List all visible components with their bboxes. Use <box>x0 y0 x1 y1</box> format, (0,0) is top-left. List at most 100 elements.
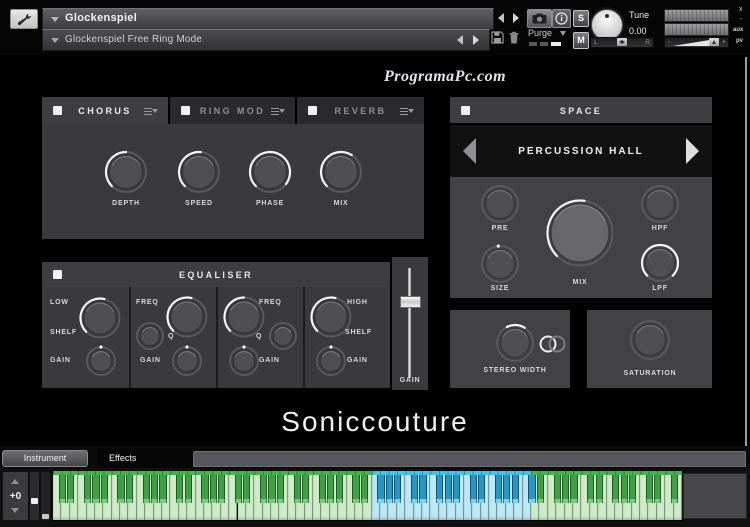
black-key[interactable] <box>176 475 183 503</box>
black-key[interactable] <box>151 475 158 503</box>
keyboard-keys[interactable] <box>53 471 682 521</box>
rack-scrollbar[interactable] <box>745 57 747 462</box>
space-hpf-knob[interactable] <box>639 183 682 226</box>
black-key[interactable] <box>621 475 628 503</box>
pan-handle[interactable] <box>617 38 627 46</box>
black-key[interactable] <box>503 475 510 503</box>
black-key[interactable] <box>419 475 426 503</box>
window-minimize-label[interactable]: - <box>740 16 742 23</box>
black-key[interactable] <box>67 475 74 503</box>
black-key[interactable] <box>59 475 66 503</box>
space-mix-knob[interactable] <box>544 197 616 269</box>
black-key[interactable] <box>101 475 108 503</box>
black-key[interactable] <box>243 475 250 503</box>
black-key[interactable] <box>185 475 192 503</box>
black-key[interactable] <box>210 475 217 503</box>
black-key[interactable] <box>260 475 267 503</box>
pv-button[interactable]: pv <box>736 38 743 45</box>
black-key[interactable] <box>327 475 334 503</box>
black-key[interactable] <box>629 475 636 503</box>
black-key[interactable] <box>436 475 443 503</box>
chorus-mix-knob[interactable] <box>318 149 365 196</box>
eq3-q-knob[interactable] <box>267 320 300 353</box>
black-key[interactable] <box>495 475 502 503</box>
ring-mod-menu-icon[interactable] <box>271 107 285 116</box>
space-preset-name[interactable]: PERCUSSION HALL <box>450 146 712 157</box>
black-key[interactable] <box>294 475 301 503</box>
black-key[interactable] <box>570 475 577 503</box>
fader-track[interactable] <box>408 268 411 378</box>
tab-reverb[interactable]: REVERB <box>297 97 424 124</box>
keyboard-scroll-handle[interactable] <box>31 498 38 504</box>
mute-button[interactable]: M <box>573 32 589 49</box>
snapshot-button[interactable] <box>527 9 552 28</box>
black-key[interactable] <box>394 475 401 503</box>
black-key[interactable] <box>277 475 284 503</box>
eq2-gain-knob[interactable] <box>170 344 205 379</box>
keyboard-zoom-handle[interactable] <box>42 514 49 519</box>
black-key[interactable] <box>537 475 544 503</box>
black-key[interactable] <box>596 475 603 503</box>
tab-chorus[interactable]: CHORUS <box>42 97 168 124</box>
black-key[interactable] <box>453 475 460 503</box>
black-key[interactable] <box>235 475 242 503</box>
next-instrument-icon[interactable] <box>513 13 519 23</box>
black-key[interactable] <box>302 475 309 503</box>
instrument-subtitle-bar[interactable]: Glockenspiel Free Ring Mode <box>42 29 490 51</box>
black-key[interactable] <box>386 475 393 503</box>
black-key[interactable] <box>512 475 519 503</box>
tab-effects[interactable]: Effects <box>97 448 193 468</box>
solo-button[interactable]: S <box>573 10 589 27</box>
fader-handle[interactable] <box>400 296 421 308</box>
subtitle-collapse-icon[interactable] <box>51 38 59 43</box>
black-key[interactable] <box>117 475 124 503</box>
reverb-menu-icon[interactable] <box>400 107 414 116</box>
volume-slider[interactable]: - + <box>664 37 729 48</box>
purge-caret-icon[interactable] <box>560 31 566 36</box>
keyboard-scroll-strip[interactable] <box>30 472 39 520</box>
black-key[interactable] <box>377 475 384 503</box>
purge-menu[interactable]: Purge <box>528 29 552 38</box>
prev-variant-icon[interactable] <box>457 35 463 45</box>
eq1-gain-knob[interactable] <box>84 344 119 379</box>
black-key[interactable] <box>126 475 133 503</box>
black-key[interactable] <box>268 475 275 503</box>
black-key[interactable] <box>411 475 418 503</box>
prev-instrument-icon[interactable] <box>498 13 504 23</box>
black-key[interactable] <box>159 475 166 503</box>
black-key[interactable] <box>554 475 561 503</box>
volume-handle[interactable] <box>709 38 719 46</box>
black-key[interactable] <box>612 475 619 503</box>
black-key[interactable] <box>445 475 452 503</box>
chorus-depth-knob[interactable] <box>103 149 150 196</box>
space-pre-knob[interactable] <box>479 183 522 226</box>
pan-slider[interactable]: L R <box>590 37 654 48</box>
black-key[interactable] <box>143 475 150 503</box>
black-key[interactable] <box>478 475 485 503</box>
transpose-control[interactable]: +0 <box>3 472 28 520</box>
tab-ring-mod[interactable]: RING MOD <box>170 97 295 124</box>
transpose-up-icon[interactable] <box>11 479 19 484</box>
next-variant-icon[interactable] <box>473 35 479 45</box>
eq4-gain-knob[interactable] <box>314 344 349 379</box>
transpose-down-icon[interactable] <box>11 508 19 513</box>
black-key[interactable] <box>646 475 653 503</box>
black-key[interactable] <box>201 475 208 503</box>
black-key[interactable] <box>352 475 359 503</box>
black-key[interactable] <box>218 475 225 503</box>
chorus-speed-knob[interactable] <box>176 149 223 196</box>
save-icon[interactable] <box>491 31 504 44</box>
black-key[interactable] <box>654 475 661 503</box>
info-button[interactable] <box>552 9 571 28</box>
space-size-knob[interactable] <box>479 243 522 286</box>
black-key[interactable] <box>84 475 91 503</box>
trash-icon[interactable] <box>508 31 520 44</box>
stereo-width-knob[interactable] <box>494 322 537 365</box>
instrument-title-bar[interactable]: Glockenspiel <box>42 8 494 30</box>
black-key[interactable] <box>528 475 535 503</box>
black-key[interactable] <box>336 475 343 503</box>
black-key[interactable] <box>587 475 594 503</box>
black-key[interactable] <box>361 475 368 503</box>
saturation-knob[interactable] <box>628 318 673 363</box>
eq2-q-knob[interactable] <box>134 320 167 353</box>
